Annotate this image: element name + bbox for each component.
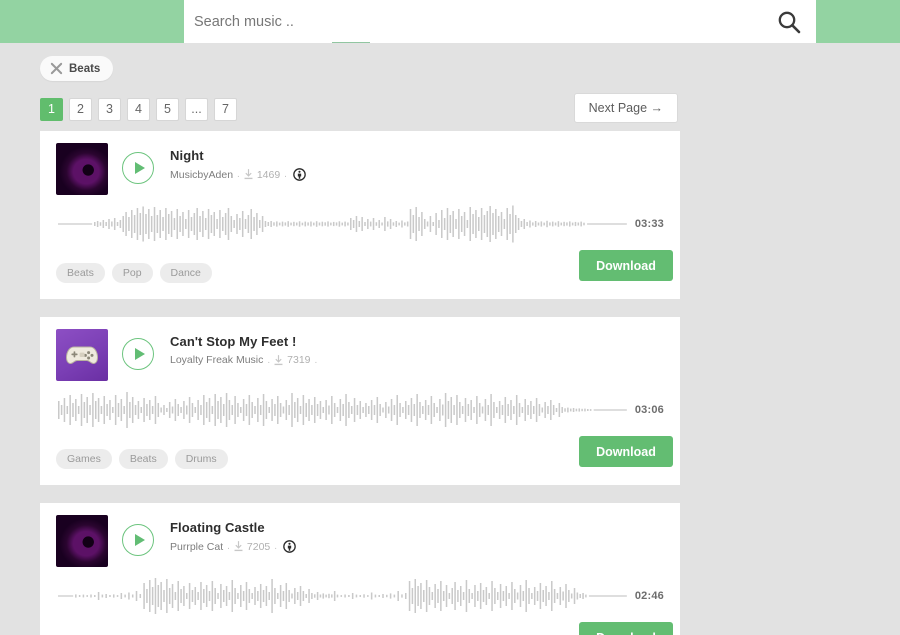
waveform[interactable] <box>58 389 627 431</box>
play-button[interactable] <box>122 152 154 184</box>
pagination-list: 1 2 3 4 5 ... 7 <box>40 97 237 121</box>
page-button-3[interactable]: 3 <box>98 97 121 121</box>
track-artist[interactable]: Purrple Cat <box>170 541 223 553</box>
separator-dot: . <box>227 541 230 552</box>
track-header: Can't Stop My Feet ! Loyalty Freak Music… <box>56 329 664 385</box>
track-meta: Floating Castle Purrple Cat . 7205 . <box>170 515 296 553</box>
page-button-7[interactable]: 7 <box>214 97 237 121</box>
tag[interactable]: Games <box>56 448 112 470</box>
play-button[interactable] <box>122 524 154 556</box>
track-submeta: MusicbyAden . 1469 . <box>170 168 306 181</box>
track-submeta: Purrple Cat . 7205 . <box>170 540 296 553</box>
separator-dot: . <box>267 354 271 366</box>
app-header <box>0 0 900 46</box>
track-duration: 02:46 <box>634 590 664 602</box>
track-artist[interactable]: Loyalty Freak Music <box>170 354 263 366</box>
track-footer: Beats Pop Dance Download <box>56 247 673 299</box>
separator-dot: . <box>314 354 318 366</box>
track-duration: 03:06 <box>634 404 664 416</box>
waveform-row: 03:33 <box>56 201 664 247</box>
track-list: Night MusicbyAden . 1469 . 03:33 Beats P… <box>0 131 900 635</box>
track-artwork <box>56 329 108 381</box>
track-card: Floating Castle Purrple Cat . 7205 . 02:… <box>40 503 680 635</box>
pagination: 1 2 3 4 5 ... 7 Next Page → <box>0 87 900 131</box>
track-meta: Can't Stop My Feet ! Loyalty Freak Music… <box>170 329 317 366</box>
waveform[interactable] <box>58 575 627 617</box>
download-button[interactable]: Download <box>579 622 673 635</box>
creative-commons-by-icon[interactable] <box>293 168 306 181</box>
search-icon[interactable] <box>776 9 802 35</box>
separator-dot: . <box>237 169 240 180</box>
play-icon <box>134 348 145 360</box>
track-footer: Games Beats Drums Download <box>56 433 673 485</box>
track-artwork <box>56 143 108 195</box>
track-title: Night <box>170 148 204 163</box>
download-button[interactable]: Download <box>579 436 673 467</box>
close-icon[interactable] <box>50 62 63 75</box>
download-count: 7319 <box>287 354 311 366</box>
play-button[interactable] <box>122 338 154 370</box>
download-count: 1469 <box>256 168 281 181</box>
track-artwork <box>56 515 108 567</box>
next-page-button[interactable]: Next Page → <box>573 93 678 123</box>
download-button[interactable]: Download <box>579 250 673 281</box>
page-body: Beats 1 2 3 4 5 ... 7 Next Page → Night <box>0 43 900 635</box>
page-button-1[interactable]: 1 <box>40 97 63 121</box>
page-button-2[interactable]: 2 <box>69 97 92 121</box>
track-footer: Beats Sad Nostalgia Download <box>56 619 673 635</box>
creative-commons-by-icon[interactable] <box>283 540 296 553</box>
page-ellipsis: ... <box>185 97 208 121</box>
track-header: Floating Castle Purrple Cat . 7205 . <box>56 515 664 571</box>
track-submeta: Loyalty Freak Music . 7319 . <box>170 354 317 366</box>
track-duration: 03:33 <box>634 218 664 230</box>
separator-dot: . <box>284 169 287 180</box>
filter-chip-label: Beats <box>69 62 101 75</box>
tag-list: Games Beats Drums <box>56 448 228 470</box>
waveform-row: 02:46 <box>56 573 664 619</box>
page-button-5[interactable]: 5 <box>156 97 179 121</box>
track-card: Night MusicbyAden . 1469 . 03:33 Beats P… <box>40 131 680 299</box>
track-meta: Night MusicbyAden . 1469 . <box>170 143 306 181</box>
waveform[interactable] <box>58 203 627 245</box>
tag[interactable]: Beats <box>118 448 168 470</box>
page-button-4[interactable]: 4 <box>127 97 150 121</box>
track-title: Can't Stop My Feet ! <box>170 334 297 349</box>
download-icon <box>234 541 243 552</box>
tag[interactable]: Drums <box>174 448 228 470</box>
track-header: Night MusicbyAden . 1469 . <box>56 143 664 199</box>
tag-list: Beats Pop Dance <box>56 262 212 284</box>
track-card: Can't Stop My Feet ! Loyalty Freak Music… <box>40 317 680 485</box>
gamepad-icon <box>65 346 99 365</box>
track-title: Floating Castle <box>170 520 265 535</box>
active-filters: Beats <box>0 43 900 87</box>
download-icon <box>244 169 253 180</box>
waveform-row: 03:06 <box>56 387 664 433</box>
filter-chip-beats[interactable]: Beats <box>40 56 114 81</box>
play-icon <box>134 162 145 174</box>
play-icon <box>134 534 145 546</box>
tag[interactable]: Pop <box>111 262 153 284</box>
tag[interactable]: Dance <box>159 262 212 284</box>
search-bar[interactable] <box>184 0 816 43</box>
download-icon <box>274 354 283 365</box>
track-artist[interactable]: MusicbyAden <box>170 169 233 181</box>
tag[interactable]: Beats <box>56 262 105 284</box>
search-input[interactable] <box>194 13 776 30</box>
separator-dot: . <box>274 541 278 552</box>
download-count: 7205 <box>246 540 271 553</box>
